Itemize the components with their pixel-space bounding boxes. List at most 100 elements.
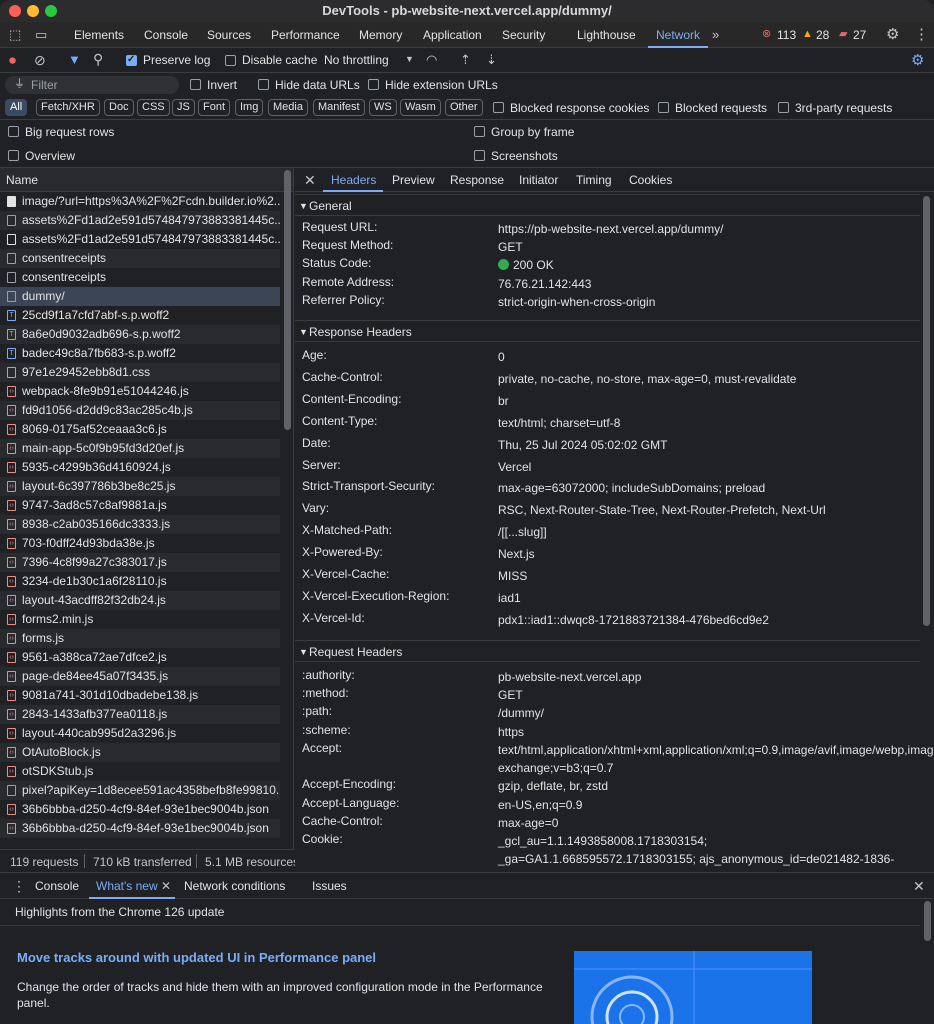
request-row[interactable]: ‹› 9081a741-301d10dbadebe138.js — [0, 686, 280, 705]
header-value[interactable]: br — [498, 392, 908, 410]
close-details-icon[interactable]: ✕ — [304, 173, 316, 187]
throttling-select[interactable]: No throttling — [324, 53, 389, 67]
request-row[interactable]: ‹› fd9d1056-d2dd9c83ac285c4b.js — [0, 401, 280, 420]
header-value[interactable]: 76.76.21.142:443 — [498, 275, 908, 293]
type-filter-all[interactable]: All — [5, 99, 28, 116]
close-window-button[interactable] — [9, 5, 21, 17]
type-filter-doc[interactable]: Doc — [104, 99, 134, 116]
header-value[interactable]: RSC, Next-Router-State-Tree, Next-Router… — [498, 501, 908, 519]
header-value[interactable]: strict-origin-when-cross-origin — [498, 293, 908, 311]
request-row[interactable]: consentreceipts — [0, 249, 280, 268]
request-row[interactable]: ‹› 703-f0dff24d93bda38e.js — [0, 534, 280, 553]
device-toolbar-icon[interactable]: ▭ — [35, 28, 47, 41]
chevron-down-icon[interactable]: ▼ — [405, 55, 414, 64]
request-row[interactable]: assets%2Fd1ad2e591d574847973883381445c..… — [0, 211, 280, 230]
minimize-window-button[interactable] — [27, 5, 39, 17]
clear-icon[interactable]: ⊘ — [34, 53, 46, 67]
record-icon[interactable]: ⏺ — [9, 53, 16, 67]
close-drawer-icon[interactable]: ✕ — [913, 879, 925, 893]
header-value[interactable]: text/html,application/xhtml+xml,applicat… — [498, 741, 934, 777]
tab-lighthouse[interactable]: Lighthouse — [577, 22, 636, 48]
blocked-response-cookies-checkbox[interactable] — [493, 102, 504, 113]
request-row[interactable]: ‹› layout-440cab995d2a3296.js — [0, 724, 280, 743]
type-filter-font[interactable]: Font — [198, 99, 231, 116]
request-row[interactable]: assets%2Fd1ad2e591d574847973883381445c..… — [0, 230, 280, 249]
more-tabs-icon[interactable]: » — [712, 28, 719, 41]
request-row[interactable]: ‹› 7396-4c8f99a27c383017.js — [0, 553, 280, 572]
header-value[interactable]: Vercel — [498, 458, 908, 476]
header-value[interactable]: pb-website-next.vercel.app — [498, 668, 908, 686]
header-value[interactable]: iad1 — [498, 589, 908, 607]
header-value[interactable]: en-US,en;q=0.9 — [498, 796, 908, 814]
header-value[interactable]: max-age=0 — [498, 814, 908, 832]
header-value[interactable]: https — [498, 723, 908, 741]
header-value[interactable]: max-age=63072000; includeSubDomains; pre… — [498, 479, 908, 497]
request-row[interactable]: ‹› page-de84ee45a07f3435.js — [0, 667, 280, 686]
request-row[interactable]: ‹› forms2.min.js — [0, 610, 280, 629]
tab-performance[interactable]: Performance — [271, 22, 340, 48]
request-row[interactable]: ‹› 36b6bbba-d250-4cf9-84ef-93e1bec9004b.j… — [0, 800, 280, 819]
request-row[interactable]: ‹› 8938-c2ab035166dc3333.js — [0, 515, 280, 534]
header-value[interactable]: https://pb-website-next.vercel.app/dummy… — [498, 220, 908, 238]
header-value[interactable]: text/html; charset=utf-8 — [498, 414, 908, 432]
issues-count[interactable]: 27 — [853, 22, 866, 48]
warning-icon[interactable]: ▲ — [802, 29, 813, 40]
type-filter-css[interactable]: CSS — [137, 99, 170, 116]
request-row[interactable]: ‹› 5935-c4299b36d4160924.js — [0, 458, 280, 477]
request-headers-section-header[interactable]: ▼ Request Headers — [295, 640, 920, 662]
general-section-header[interactable]: ▼ General — [295, 194, 920, 216]
header-value[interactable]: 200 OK — [513, 256, 923, 274]
warning-count[interactable]: 28 — [816, 22, 829, 48]
request-row[interactable]: ‹› layout-6c397786b3be8c25.js — [0, 477, 280, 496]
request-row[interactable]: T 25cd9f1a7cfd7abf-s.p.woff2 — [0, 306, 280, 325]
request-row[interactable]: T 8a6e0d9032adb696-s.p.woff2 — [0, 325, 280, 344]
hide-data-urls-checkbox[interactable] — [258, 79, 269, 90]
tab-response[interactable]: Response — [450, 168, 504, 192]
header-value[interactable]: GET — [498, 238, 908, 256]
request-row[interactable]: ‹› 2843-1433afb377ea0118.js — [0, 705, 280, 724]
request-row[interactable]: ‹› otSDKStub.js — [0, 762, 280, 781]
type-filter-img[interactable]: Img — [235, 99, 264, 116]
drawer-menu-icon[interactable]: ⋮ — [12, 879, 26, 893]
overview-checkbox[interactable] — [8, 150, 19, 161]
request-row[interactable]: image/?url=https%3A%2F%2Fcdn.builder.io%… — [0, 192, 280, 211]
tab-elements[interactable]: Elements — [74, 22, 124, 48]
response-headers-section-header[interactable]: ▼ Response Headers — [295, 320, 920, 342]
search-icon[interactable]: ⚲ — [93, 52, 103, 66]
filter-funnel-icon[interactable]: ▼ — [68, 53, 81, 66]
screenshots-checkbox[interactable] — [474, 150, 485, 161]
request-row[interactable]: ‹› forms.js — [0, 629, 280, 648]
third-party-requests-checkbox[interactable] — [778, 102, 789, 113]
inspect-element-icon[interactable]: ⬚ — [9, 28, 21, 41]
drawer-tab-issues[interactable]: Issues — [312, 873, 347, 899]
network-settings-gear-icon[interactable]: ⚙ — [911, 53, 924, 68]
drawer-tab-console[interactable]: Console — [35, 873, 79, 899]
header-value[interactable]: 0 — [498, 348, 908, 366]
type-filter-manifest[interactable]: Manifest — [313, 99, 365, 116]
drawer-scrollbar[interactable] — [924, 901, 931, 941]
header-value[interactable]: /[[...slug]] — [498, 523, 908, 541]
header-value[interactable]: gzip, deflate, br, zstd — [498, 777, 908, 795]
type-filter-ws[interactable]: WS — [369, 99, 397, 116]
header-value[interactable]: pdx1::iad1::dwqc8-1721883721384-476bed6c… — [498, 611, 908, 629]
error-count[interactable]: 113 — [777, 22, 796, 48]
request-row[interactable]: consentreceipts — [0, 268, 280, 287]
tab-console[interactable]: Console — [144, 22, 188, 48]
details-scrollbar[interactable] — [923, 196, 930, 626]
tab-network[interactable]: Network — [647, 22, 709, 48]
type-filter-fetch-xhr[interactable]: Fetch/XHR — [36, 99, 100, 116]
import-har-icon[interactable]: ⇡ — [460, 53, 471, 66]
preserve-log-checkbox[interactable] — [126, 54, 137, 66]
tab-cookies[interactable]: Cookies — [629, 168, 672, 192]
request-row[interactable]: ‹› 8069-0175af52ceaaa3c6.js — [0, 420, 280, 439]
blocked-requests-checkbox[interactable] — [658, 102, 669, 113]
header-value[interactable]: _gcl_au=1.1.1493858008.1718303154; _ga=G… — [498, 832, 908, 872]
group-by-frame-checkbox[interactable] — [474, 126, 485, 137]
drawer-tab-network-conditions[interactable]: Network conditions — [184, 873, 285, 899]
request-row[interactable]: ‹› 36b6bbba-d250-4cf9-84ef-93e1bec9004b.j… — [0, 819, 280, 838]
close-tab-icon[interactable]: ✕ — [161, 880, 171, 892]
header-value[interactable]: Next.js — [498, 545, 908, 563]
filter-input[interactable]: ⏚ Filter — [5, 76, 179, 94]
request-row[interactable]: Tbadec49c8a7fb683-s.p.woff2 — [0, 344, 280, 363]
feature-heading-link[interactable]: Move tracks around with updated UI in Pe… — [17, 950, 376, 965]
